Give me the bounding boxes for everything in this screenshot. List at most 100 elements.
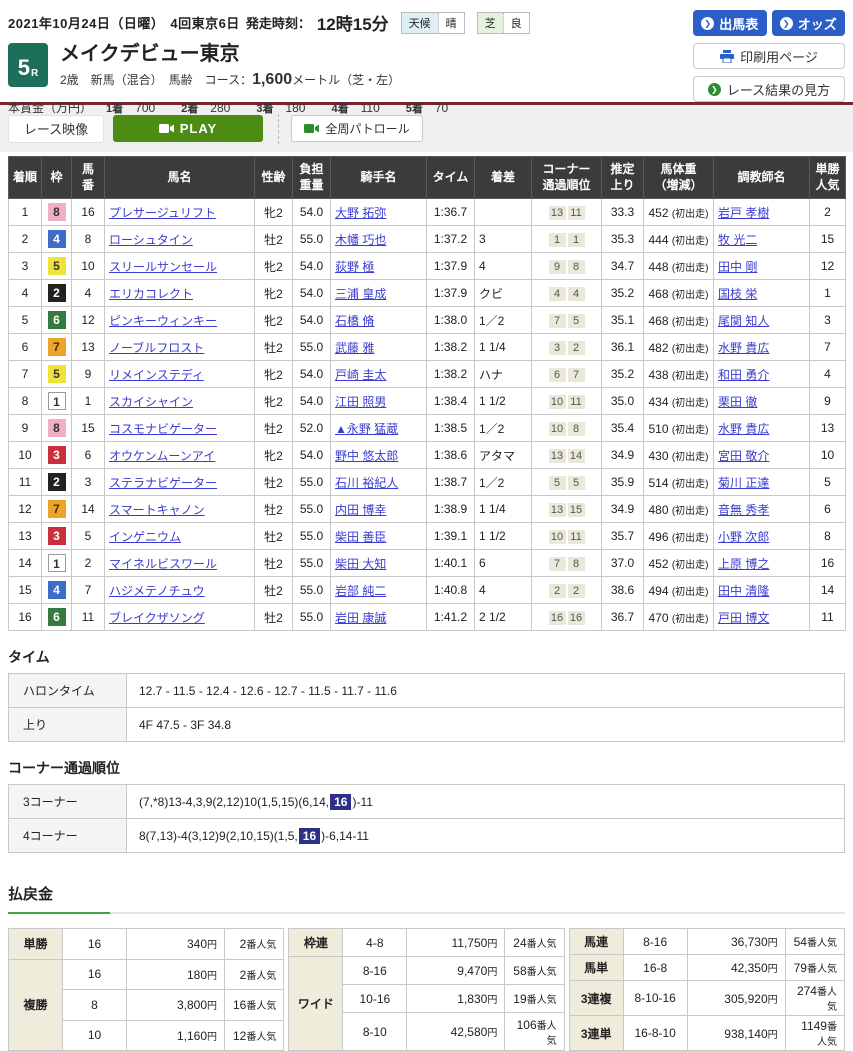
horse-link[interactable]: ローシュタイン [109,233,193,247]
corner-position-chip: 7 [549,314,566,328]
last-3f-time: 36.7 [602,604,644,631]
trainer-cell: 上原 博之 [714,550,810,577]
finish-position: 7 [9,361,42,388]
sex-age: 牝2 [255,307,293,334]
start-time-label: 発走時刻： [246,13,311,32]
finish-position: 8 [9,388,42,415]
trainer-link[interactable]: 宮田 敬介 [718,449,769,463]
sex-age: 牡2 [255,577,293,604]
horse-link[interactable]: コスモナビゲーター [109,422,217,436]
horse-link[interactable]: エリカコレクト [109,287,193,301]
trainer-link[interactable]: 小野 次郎 [718,530,769,544]
carried-weight: 54.0 [293,199,331,226]
video-camera-icon [304,123,319,134]
horse-link[interactable]: スカイシャイン [109,395,193,409]
horse-link[interactable]: ピンキーウィンキー [109,314,217,328]
last-3f-time: 35.4 [602,415,644,442]
horse-link[interactable]: ノーブルフロスト [109,341,204,355]
trainer-link[interactable]: 音無 秀孝 [718,503,769,517]
jockey-link[interactable]: 荻野 極 [335,260,374,274]
horse-name-cell: ステラナビゲーター [105,469,255,496]
trainer-link[interactable]: 牧 光二 [718,233,757,247]
table-row: 759リメインステディ牝254.0戸崎 圭太1:38.2ハナ6735.2438 … [9,361,846,388]
horse-link[interactable]: マイネルビスワール [109,557,217,571]
jockey-link[interactable]: 三浦 皇成 [335,287,386,301]
print-page-button[interactable]: 印刷用ページ [693,43,845,69]
payout-table: 単勝16340円2番人気複勝16180円2番人気83,800円16番人気101,… [8,928,284,1051]
popularity-rank: 19番人気 [505,985,564,1013]
carried-weight: 55.0 [293,469,331,496]
jockey-link[interactable]: 武藤 雅 [335,341,374,355]
frame-cell: 6 [42,307,72,334]
horse-weight: 444 (初出走) [644,226,714,253]
trainer-link[interactable]: 岩戸 孝樹 [718,206,769,220]
result-guide-button[interactable]: ❯ レース結果の見方 [693,76,845,102]
jockey-link[interactable]: 木幡 巧也 [335,233,386,247]
frame-cell: 2 [42,469,72,496]
jockey-link[interactable]: 石橋 脩 [335,314,374,328]
prize-place: 2着 [181,103,198,115]
horse-link[interactable]: スリールサンセール [109,260,217,274]
jockey-link[interactable]: 岩部 純二 [335,584,386,598]
race-movie-button[interactable]: レース映像 [8,115,104,143]
trainer-link[interactable]: 水野 貴広 [718,341,769,355]
entries-button[interactable]: ❯ 出馬表 [693,10,767,36]
trainer-link[interactable]: 戸田 博文 [718,611,769,625]
trainer-link[interactable]: 尾関 知人 [718,314,769,328]
horse-link[interactable]: オウケンムーンアイ [109,449,215,463]
corner-position-chip: 1 [549,233,566,247]
horse-link[interactable]: ハジメテノチュウ [109,584,205,598]
play-button[interactable]: PLAY [113,115,263,142]
horse-link[interactable]: インゲニウム [109,530,181,544]
horse-link[interactable]: スマートキャノン [109,503,205,517]
margin: 4 [475,253,532,280]
frame-cell: 7 [42,496,72,523]
horse-link[interactable]: ステラナビゲーター [109,476,217,490]
trainer-link[interactable]: 上原 博之 [718,557,769,571]
payout-table: 枠連4-811,750円24番人気ワイド8-169,470円58番人気10-16… [288,928,564,1051]
corner-order-text: (7,*8)13-4,3,9(2,12)10(1,5,15)(6,14, [139,795,329,809]
jockey-link[interactable]: 大野 拓弥 [335,206,386,220]
trainer-link[interactable]: 国枝 栄 [718,287,757,301]
time-section-title: タイム [8,647,845,667]
horse-link[interactable]: ブレイクザソング [109,611,205,625]
jockey-link[interactable]: 内田 博幸 [335,503,386,517]
odds-button[interactable]: ❯ オッズ [772,10,846,36]
corner-order-text: )-6,14-11 [321,829,369,843]
weight-note: (初出走) [672,263,709,274]
horse-link[interactable]: リメインステディ [109,368,204,382]
frame-number-badge: 8 [48,419,66,437]
horse-number: 15 [72,415,105,442]
jockey-link[interactable]: 柴田 善臣 [335,530,386,544]
carried-weight: 55.0 [293,523,331,550]
jockey-link[interactable]: 岩田 康誠 [335,611,386,625]
jockey-link[interactable]: 戸崎 圭太 [335,368,386,382]
race-time: 1:38.2 [427,361,475,388]
jockey-link[interactable]: 野中 悠太郎 [335,449,398,463]
trainer-link[interactable]: 菊川 正達 [718,476,769,490]
corner-positions: 1011 [532,523,602,550]
column-header: 馬体重（増減） [644,157,714,199]
jockey-link[interactable]: 江田 照男 [335,395,386,409]
combination: 8 [63,990,127,1021]
jockey-link[interactable]: 石川 裕紀人 [335,476,398,490]
trainer-link[interactable]: 和田 勇介 [718,368,769,382]
horse-link[interactable]: プレサージュリフト [109,206,216,220]
trainer-link[interactable]: 栗田 徹 [718,395,757,409]
jockey-link[interactable]: 柴田 大知 [335,557,386,571]
popularity-rank: 1149番人気 [785,1016,844,1051]
trainer-link[interactable]: 水野 貴広 [718,422,769,436]
patrol-video-button[interactable]: 全周パトロール [291,115,423,142]
trainer-link[interactable]: 田中 清隆 [718,584,769,598]
race-time: 1:38.0 [427,307,475,334]
frame-cell: 5 [42,361,72,388]
jockey-link[interactable]: ▲永野 猛蔵 [335,422,398,436]
corner-positions: 1314 [532,442,602,469]
weather-label: 天候 [402,13,439,33]
horse-weight: 434 (初出走) [644,388,714,415]
weight-note: (初出走) [672,587,709,598]
payout-row: ワイド8-169,470円58番人気 [289,957,564,985]
frame-cell: 3 [42,523,72,550]
trainer-link[interactable]: 田中 剛 [718,260,757,274]
race-title-block: メイクデビュー東京 2歳 新馬（混合） 馬齢 コース：1,600メートル（芝・左… [60,43,400,89]
